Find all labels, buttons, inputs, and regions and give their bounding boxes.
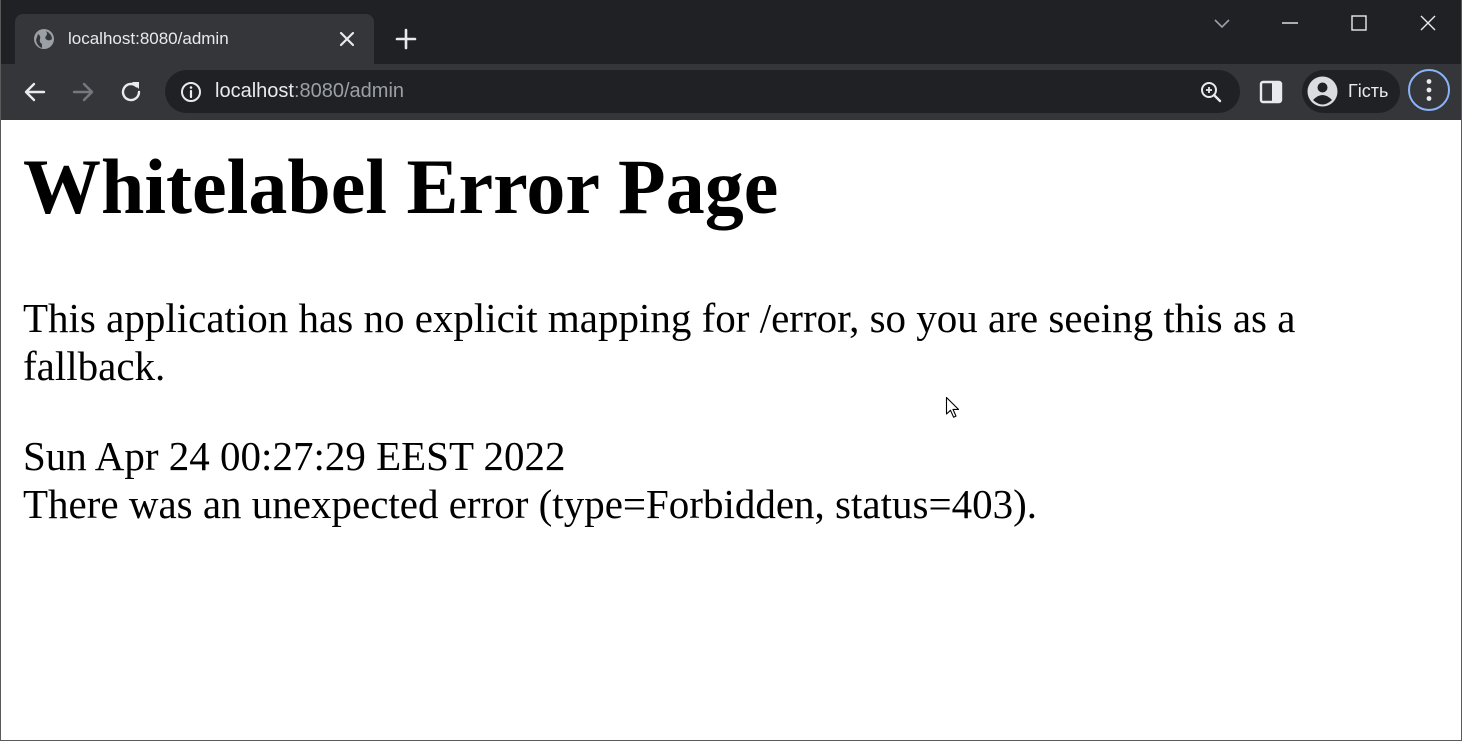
tab-title: localhost:8080/admin xyxy=(68,29,229,48)
zoom-icon[interactable] xyxy=(1199,80,1223,104)
new-tab-icon[interactable] xyxy=(394,27,418,51)
address-bar[interactable]: localhost:8080/admin xyxy=(165,70,1240,113)
browser-window: localhost:8080/admin localhost:8080/admi… xyxy=(0,0,1462,741)
browser-menu-button[interactable] xyxy=(1408,69,1450,111)
more-vert-icon xyxy=(1426,79,1432,101)
close-icon[interactable] xyxy=(337,29,357,49)
info-icon[interactable] xyxy=(179,80,203,104)
minimize-icon[interactable] xyxy=(1275,8,1305,38)
url-path: :8080/admin xyxy=(293,80,405,102)
profile-label: Гість xyxy=(1348,81,1389,101)
tab-active[interactable]: localhost:8080/admin xyxy=(15,14,374,64)
browser-toolbar: localhost:8080/admin Гість xyxy=(1,64,1461,120)
tab-search-chevron-icon[interactable] xyxy=(1207,8,1237,38)
address-url[interactable]: localhost:8080/admin xyxy=(215,80,404,103)
guest-avatar-icon xyxy=(1307,76,1338,107)
profile-button[interactable]: Гість xyxy=(1302,70,1400,113)
mouse-cursor-icon xyxy=(945,396,960,418)
page-title: Whitelabel Error Page xyxy=(23,143,779,230)
back-arrow-icon[interactable] xyxy=(21,78,49,106)
error-status: There was an unexpected error (type=Forb… xyxy=(23,481,1037,527)
reload-icon[interactable] xyxy=(117,78,145,106)
url-host: localhost xyxy=(215,80,294,102)
forward-arrow-icon[interactable] xyxy=(69,78,97,106)
error-timestamp: Sun Apr 24 00:27:29 EEST 2022 xyxy=(23,433,566,479)
error-message: This application has no explicit mapping… xyxy=(23,295,1296,389)
tab-strip: localhost:8080/admin xyxy=(1,0,1461,64)
globe-icon xyxy=(34,29,54,49)
maximize-icon[interactable] xyxy=(1344,8,1374,38)
page-content: Whitelabel Error Page This application h… xyxy=(1,120,1461,740)
side-panel-icon[interactable] xyxy=(1258,79,1284,105)
window-close-icon[interactable] xyxy=(1413,8,1443,38)
error-details: Sun Apr 24 00:27:29 EEST 2022 There was … xyxy=(23,432,1423,528)
